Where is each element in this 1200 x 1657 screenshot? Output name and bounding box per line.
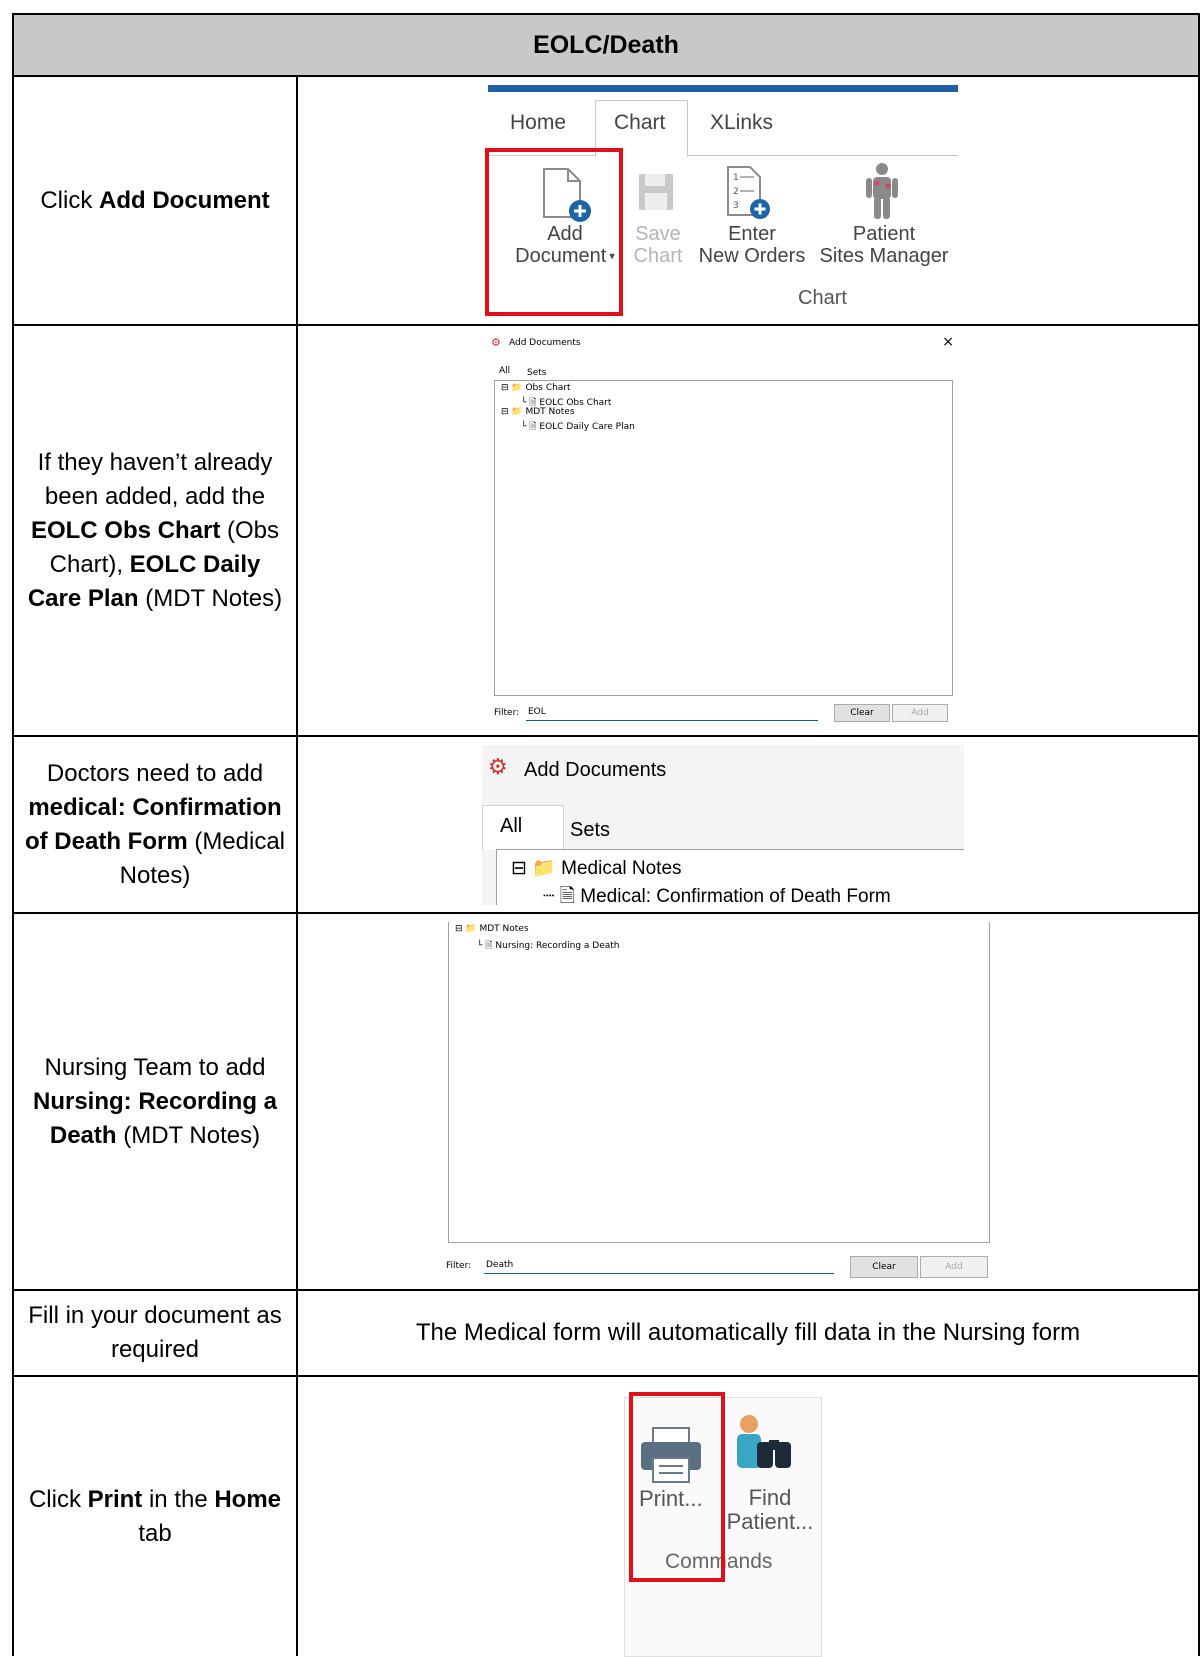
table-row: Doctors need to add medical: Confirmatio… — [12, 737, 1200, 914]
svg-text:2: 2 — [733, 187, 739, 197]
tab-sets[interactable]: Sets — [527, 368, 546, 378]
patient-body-icon — [862, 161, 902, 223]
table-row: Click Print in the Home tab Print... Fin… — [12, 1377, 1200, 1657]
table-row: If they haven’t already been added, add … — [12, 326, 1200, 737]
tree-folder-mdt-notes[interactable]: ⊟ 📁 MDT Notes — [455, 924, 529, 934]
note-cell: The Medical form will automatically fill… — [298, 1291, 1198, 1375]
screenshot-cell: ⚙ Add Documents All Sets ⊟ 📁 Medical Not… — [298, 737, 1198, 912]
tab-all-frame — [482, 805, 564, 850]
filter-input[interactable]: Death — [484, 1257, 834, 1274]
tab-sets[interactable]: Sets — [570, 819, 610, 842]
document-tree: ⊟ 📁 Obs Chart └ 🗎 EOLC Obs Chart ⊟ 📁 MDT… — [494, 380, 953, 696]
screenshot-cell: Print... Find Patient... Commands — [298, 1377, 1198, 1657]
add-button[interactable]: Add — [892, 704, 948, 722]
app-icon: ⚙ — [488, 755, 508, 780]
svg-text:3: 3 — [733, 201, 739, 211]
instruction-cell: Click Print in the Home tab — [14, 1377, 298, 1656]
table-row: Fill in your document as required The Me… — [12, 1291, 1200, 1377]
add-documents-dialog-zoomed: ⚙ Add Documents All Sets ⊟ 📁 Medical Not… — [482, 745, 964, 905]
add-button[interactable]: Add — [920, 1256, 988, 1278]
ribbon-screenshot: Home Chart XLinks Add Document ▾ Save Ch… — [485, 85, 958, 317]
screenshot-cell: ⊟ 📁 MDT Notes └ 🗎 Nursing: Recording a D… — [298, 914, 1198, 1289]
document-page: EOLC/Death Click Add Document Home Chart… — [0, 0, 1200, 1657]
clear-button[interactable]: Clear — [834, 704, 890, 722]
find-patient-button[interactable]: Find Patient... — [725, 1486, 815, 1534]
tree-folder-obs-chart[interactable]: ⊟ 📁 Obs Chart — [501, 383, 571, 393]
tree-item-eolc-daily-care-plan[interactable]: └ 🗎 EOLC Daily Care Plan — [521, 419, 635, 435]
document-tree: ⊟ 📁 Medical Notes ┈ 🗎 Medical: Confirmat… — [496, 849, 964, 905]
instruction-cell: If they haven’t already been added, add … — [14, 326, 298, 735]
add-documents-dialog: ⚙ Add Documents × All Sets ⊟ 📁 Obs Chart… — [488, 332, 962, 732]
tree-item-nursing-recording-death[interactable]: └ 🗎 Nursing: Recording a Death — [477, 938, 620, 954]
table-row: Nursing Team to add Nursing: Recording a… — [12, 914, 1200, 1291]
close-icon[interactable]: × — [942, 334, 954, 350]
tab-xlinks[interactable]: XLinks — [710, 111, 773, 135]
screenshot-cell: ⚙ Add Documents × All Sets ⊟ 📁 Obs Chart… — [298, 326, 1198, 735]
clear-button[interactable]: Clear — [850, 1256, 918, 1278]
tab-home[interactable]: Home — [510, 111, 566, 135]
ribbon-group-label: Chart — [798, 287, 847, 309]
save-icon — [636, 171, 676, 213]
tab-all[interactable]: All — [500, 815, 522, 838]
highlight-box — [485, 148, 623, 316]
note-text: The Medical form will automatically fill… — [415, 1319, 1081, 1346]
add-documents-dialog-filtered: ⊟ 📁 MDT Notes └ 🗎 Nursing: Recording a D… — [446, 922, 998, 1284]
dialog-titlebar: ⚙ Add Documents × — [488, 332, 962, 354]
document-tree: ⊟ 📁 MDT Notes └ 🗎 Nursing: Recording a D… — [448, 922, 990, 1243]
svg-text:1: 1 — [733, 173, 739, 183]
patient-sites-manager-button[interactable]: Patient Sites Manager — [814, 223, 954, 267]
highlight-box — [629, 1392, 725, 1582]
instruction-cell: Doctors need to add medical: Confirmatio… — [14, 737, 298, 912]
tree-folder-mdt-notes[interactable]: ⊟ 📁 MDT Notes — [501, 407, 575, 417]
tab-chart[interactable]: Chart — [614, 111, 665, 135]
tab-underline — [686, 155, 958, 156]
dialog-title: Add Documents — [524, 759, 667, 781]
instruction-cell: Fill in your document as required — [14, 1291, 298, 1375]
filter-label: Filter: — [446, 1261, 472, 1271]
enter-new-orders-button[interactable]: Enter New Orders — [694, 223, 810, 267]
tree-folder-medical-notes[interactable]: ⊟ 📁 Medical Notes — [511, 856, 682, 880]
table-row: Click Add Document Home Chart XLinks Add… — [12, 77, 1200, 326]
commands-ribbon-screenshot: Print... Find Patient... Commands — [624, 1392, 822, 1657]
filter-label: Filter: — [494, 708, 520, 718]
ribbon-accent-bar — [488, 85, 958, 92]
instruction-cell: Click Add Document — [14, 77, 298, 324]
table-title: EOLC/Death — [12, 13, 1200, 77]
instruction-bold: Add Document — [99, 186, 270, 214]
enter-orders-icon: 1 2 3 — [722, 163, 778, 223]
screenshot-cell: Home Chart XLinks Add Document ▾ Save Ch… — [298, 77, 1198, 324]
instruction-cell: Nursing Team to add Nursing: Recording a… — [14, 914, 298, 1289]
filter-input[interactable]: EOL — [526, 704, 818, 721]
tree-item-confirmation-of-death[interactable]: ┈ 🗎 Medical: Confirmation of Death Form — [543, 882, 891, 905]
find-patient-icon — [731, 1412, 797, 1482]
instruction-text: Click — [40, 186, 99, 214]
tab-all[interactable]: All — [499, 366, 510, 376]
save-chart-button[interactable]: Save Chart — [626, 223, 690, 267]
app-icon: ⚙ — [491, 336, 501, 349]
dialog-title: Add Documents — [509, 338, 581, 348]
